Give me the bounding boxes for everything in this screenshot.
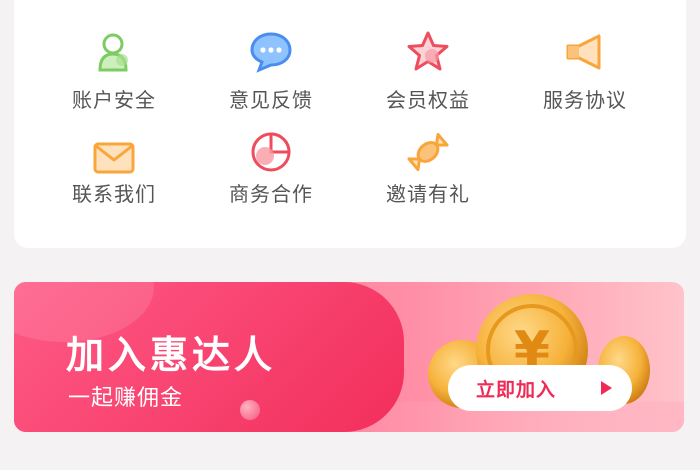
join-promo-banner[interactable]: ¥ 加入惠达人 一起赚佣金 立即加入 [14, 282, 684, 432]
banner-title: 加入惠达人 [66, 333, 277, 377]
menu-item-account-security[interactable]: 账户安全 [34, 30, 194, 120]
candy-icon [407, 132, 449, 172]
menu-item-invite-rewards[interactable]: 邀请有礼 [348, 132, 508, 226]
play-arrow-icon [601, 381, 612, 395]
banner-left-panel: 加入惠达人 一起赚佣金 [14, 282, 404, 432]
menu-item-label: 会员权益 [386, 88, 470, 112]
menu-card: 账户安全 意见反馈 会员权益 服务协议 联系我们 商务合作 邀请有礼 [14, 0, 686, 248]
envelope-icon [93, 142, 135, 174]
menu-item-contact-us[interactable]: 联系我们 [34, 136, 194, 226]
menu-item-label: 账户安全 [72, 88, 156, 112]
join-now-button[interactable]: 立即加入 [448, 365, 632, 411]
menu-item-member-benefits[interactable]: 会员权益 [348, 30, 508, 120]
chat-bubble-icon [250, 32, 292, 73]
banner-decoration-ball [240, 400, 260, 420]
megaphone-icon [566, 34, 601, 70]
join-now-label: 立即加入 [476, 378, 557, 401]
user-icon [98, 33, 128, 72]
menu-item-label: 联系我们 [72, 182, 156, 206]
banner-subtitle: 一起赚佣金 [68, 386, 184, 411]
pie-chart-icon [251, 132, 291, 172]
menu-item-service-agreement[interactable]: 服务协议 [505, 30, 665, 120]
menu-item-feedback[interactable]: 意见反馈 [191, 30, 351, 120]
menu-item-label: 邀请有礼 [386, 182, 470, 206]
menu-item-label: 意见反馈 [229, 88, 313, 112]
menu-item-label: 商务合作 [229, 182, 313, 206]
menu-item-label: 服务协议 [543, 88, 627, 112]
menu-item-business-cooperation[interactable]: 商务合作 [191, 132, 351, 226]
star-icon [407, 31, 449, 71]
